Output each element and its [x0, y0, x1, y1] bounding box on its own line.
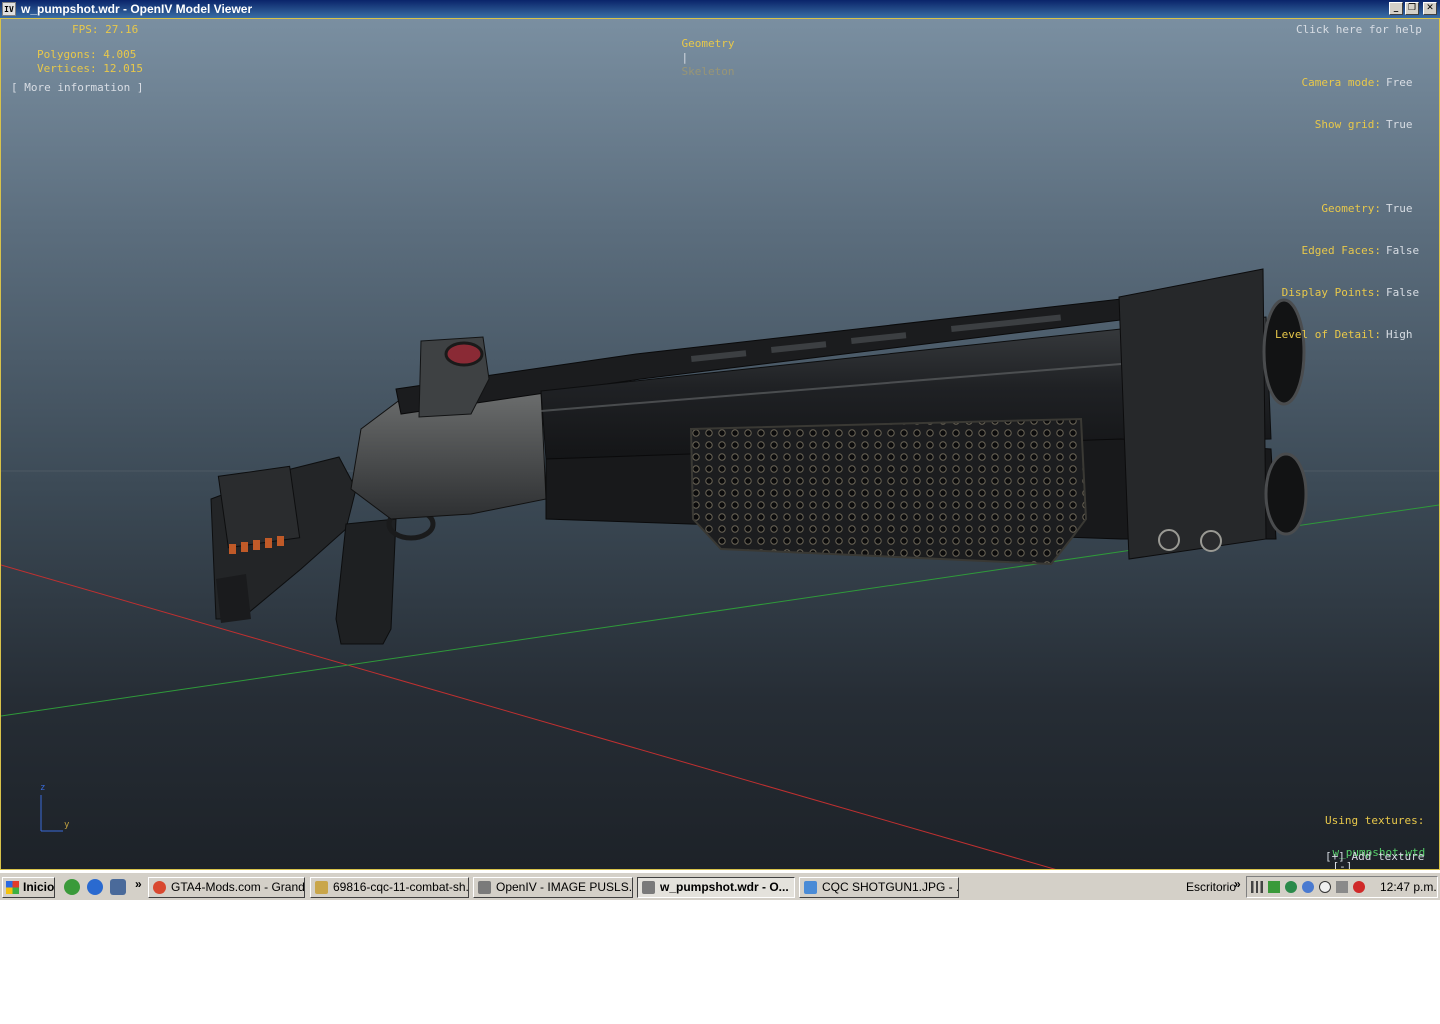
- taskbar-button-archive[interactable]: 69816-cqc-11-combat-sh...: [310, 877, 469, 898]
- window-title-bar[interactable]: IV w_pumpshot.wdr - OpenIV Model Viewer …: [0, 0, 1440, 18]
- desktop-toolbar-overflow-icon[interactable]: »: [1234, 877, 1241, 891]
- quick-launch-overflow-icon[interactable]: »: [135, 877, 142, 891]
- shotgun-model: [210, 268, 1308, 645]
- sight-lens: [444, 341, 484, 367]
- restore-button[interactable]: ❐: [1405, 2, 1419, 15]
- taskbar-button-gta4mods[interactable]: GTA4-Mods.com - Grand ...: [148, 877, 305, 898]
- openiv-icon: [642, 881, 655, 894]
- taskbar-button-label: 69816-cqc-11-combat-sh...: [333, 880, 469, 894]
- clock[interactable]: 12:47 p.m.: [1380, 880, 1437, 894]
- forend-grip: [689, 417, 1088, 566]
- desktop-toolbar-label[interactable]: Escritorio: [1186, 880, 1236, 894]
- more-information-link[interactable]: [ More information ]: [11, 81, 143, 95]
- settings-labels: Camera mode: Show grid: Geometry: Edged …: [1263, 48, 1381, 370]
- search-icon[interactable]: [1302, 881, 1314, 893]
- tab-skeleton[interactable]: Skeleton: [682, 65, 735, 78]
- setting-label: Show grid:: [1314, 118, 1381, 131]
- taskbar-button-image-viewer[interactable]: CQC SHOTGUN1.JPG - ...: [799, 877, 959, 898]
- taskbar-button-label: OpenIV - IMAGE PUSLS...: [496, 880, 633, 894]
- setting-label: Camera mode:: [1301, 76, 1381, 89]
- error-icon[interactable]: [1353, 881, 1365, 893]
- camera-mode-value[interactable]: Free: [1386, 76, 1419, 90]
- windows-logo-icon: [6, 881, 19, 894]
- settings-values: Free True True False False High: [1386, 48, 1419, 370]
- gizmo-z-label: z: [40, 783, 46, 793]
- help-link[interactable]: Click here for help: [1296, 23, 1422, 37]
- network-icon[interactable]: [1268, 881, 1280, 893]
- axis-gizmo: [40, 795, 63, 832]
- shell-holder: [217, 465, 301, 549]
- show-grid-value[interactable]: True: [1386, 118, 1419, 132]
- muzzle-screw: [1200, 530, 1222, 552]
- setting-label: Level of Detail:: [1275, 328, 1381, 341]
- utorrent-icon[interactable]: [64, 879, 80, 895]
- close-button[interactable]: ✕: [1423, 2, 1437, 15]
- taskbar-button-model-viewer[interactable]: w_pumpshot.wdr - O...: [637, 877, 795, 898]
- fps-readout: FPS: 27.16: [72, 23, 139, 36]
- setting-label: Geometry:: [1321, 202, 1381, 215]
- start-button[interactable]: Inicio: [2, 877, 55, 898]
- geometry-value[interactable]: True: [1386, 202, 1419, 216]
- edged-faces-value[interactable]: False: [1386, 244, 1419, 258]
- setting-spacer: [1263, 160, 1381, 174]
- tube-muzzle: [1264, 452, 1308, 536]
- taskbar-button-openiv-image[interactable]: OpenIV - IMAGE PUSLS...: [473, 877, 633, 898]
- archive-icon: [315, 881, 328, 894]
- display-points-value[interactable]: False: [1386, 286, 1419, 300]
- gizmo-y-label: y: [64, 820, 70, 830]
- model-viewport[interactable]: FPS: 27.16 Polygons: 4.005 Vertices: 12.…: [0, 18, 1440, 870]
- add-texture-button[interactable]: [+] Add texture: [1325, 850, 1424, 864]
- viewport-scene[interactable]: [1, 19, 1439, 869]
- tab-geometry[interactable]: Geometry: [682, 37, 735, 50]
- grid-x-axis-line: [1, 564, 1056, 869]
- start-label: Inicio: [23, 880, 55, 894]
- openiv-app-icon[interactable]: IV: [2, 2, 16, 16]
- muzzle-block: [1118, 268, 1267, 560]
- using-textures-label: Using textures:: [1325, 814, 1425, 827]
- level-of-detail-value[interactable]: High: [1386, 328, 1419, 342]
- view-mode-switch: Geometry | Skeleton: [655, 23, 735, 93]
- signal-strength-icon[interactable]: [1251, 881, 1263, 893]
- muzzle-screw: [1158, 529, 1180, 551]
- setting-label: Edged Faces:: [1301, 244, 1381, 257]
- minimize-button[interactable]: _: [1389, 2, 1403, 15]
- vertex-count: Vertices: 12.015: [37, 62, 143, 75]
- internet-explorer-icon[interactable]: [87, 879, 103, 895]
- polygon-count: Polygons: 4.005: [37, 48, 137, 61]
- window-title: w_pumpshot.wdr - OpenIV Model Viewer: [21, 2, 253, 16]
- security-shield-icon[interactable]: [1285, 881, 1297, 893]
- panda-antivirus-icon[interactable]: [1319, 881, 1331, 893]
- show-desktop-icon[interactable]: [110, 879, 126, 895]
- taskbar: Inicio » GTA4-Mods.com - Grand ... 69816…: [0, 872, 1440, 900]
- setting-label: Display Points:: [1281, 286, 1381, 299]
- taskbar-button-label: CQC SHOTGUN1.JPG - ...: [822, 880, 959, 894]
- taskbar-button-label: w_pumpshot.wdr - O...: [660, 880, 789, 894]
- taskbar-button-label: GTA4-Mods.com - Grand ...: [171, 880, 305, 894]
- stock-butt: [216, 574, 251, 623]
- openiv-icon: [478, 881, 491, 894]
- chrome-icon: [153, 881, 166, 894]
- mode-separator: |: [681, 51, 689, 64]
- pistol-grip: [335, 518, 397, 645]
- volume-icon[interactable]: [1336, 881, 1348, 893]
- system-tray: 12:47 p.m.: [1246, 876, 1438, 898]
- setting-spacer: [1386, 160, 1419, 174]
- image-viewer-icon: [804, 881, 817, 894]
